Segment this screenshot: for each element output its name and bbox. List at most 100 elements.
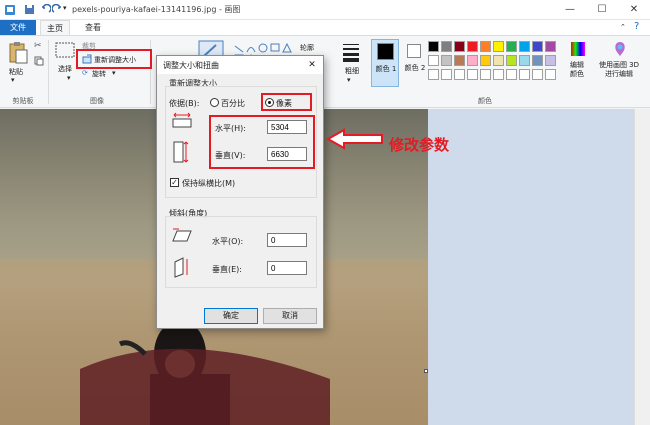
palette-empty-swatch[interactable] (467, 69, 478, 80)
palette-swatch[interactable] (506, 55, 517, 66)
paint3d-icon[interactable] (612, 40, 628, 58)
vertical-input[interactable] (267, 147, 307, 161)
palette-empty-swatch[interactable] (493, 69, 504, 80)
palette-swatch[interactable] (493, 55, 504, 66)
palette-empty-swatch[interactable] (519, 69, 530, 80)
palette-swatch[interactable] (480, 41, 491, 52)
color2-label: 颜色 2 (404, 64, 426, 72)
rotate-icon: ⟳ (82, 69, 88, 77)
shape-outline-button[interactable]: 轮廓 (300, 43, 314, 53)
horizontal-resize-icon (172, 112, 192, 128)
color1-button[interactable]: 颜色 1 (371, 39, 399, 87)
palette-empty-swatch[interactable] (441, 69, 452, 80)
paint-app-icon (5, 5, 15, 15)
annotation-arrow (325, 128, 383, 150)
colors-group-label: 颜色 (478, 97, 492, 105)
palette-empty-swatch[interactable] (428, 69, 439, 80)
palette-swatch[interactable] (428, 41, 439, 52)
skew-horizontal-input[interactable] (267, 233, 307, 247)
palette-swatch[interactable] (545, 41, 556, 52)
vertical-skew-icon (174, 257, 188, 278)
rotate-button[interactable]: 旋转 (92, 69, 106, 79)
size-dropdown-icon[interactable]: ▾ (347, 76, 351, 84)
skew-vertical-input[interactable] (267, 261, 307, 275)
palette-swatch[interactable] (493, 41, 504, 52)
save-icon[interactable] (24, 4, 35, 15)
tab-home[interactable]: 主页 (40, 20, 70, 35)
maximize-button[interactable]: ☐ (587, 2, 617, 18)
resize-highlight-box (76, 49, 152, 69)
rotate-dropdown-icon[interactable]: ▾ (112, 69, 116, 77)
ribbon: 粘贴 ▾ ✂ 剪贴板 选择 ▾ 裁剪 重新调整大小 ⟳ 旋转 ▾ 图像 轮廓 填… (0, 35, 650, 108)
palette-swatch[interactable] (441, 55, 452, 66)
paint3d-label[interactable]: 使用画图 3D 进行编辑 (596, 61, 642, 79)
annotation-text: 修改参数 (389, 136, 450, 154)
paste-dropdown-icon[interactable]: ▾ (11, 76, 15, 84)
color1-swatch (377, 43, 394, 60)
ok-button[interactable]: 确定 (204, 308, 258, 324)
dialog-title: 调整大小和扭曲 (163, 61, 219, 70)
title-bar: ▾ pexels-pouriya-kafaei-13141196.jpg - 画… (0, 0, 650, 20)
quick-access-dropdown-icon[interactable]: ▾ (63, 4, 67, 12)
resize-skew-dialog: 调整大小和扭曲 ✕ 重新调整大小 依据(B): 百分比 像素 水平(H): 垂直… (156, 55, 324, 329)
image-group-label: 图像 (90, 97, 104, 105)
palette-empty-swatch[interactable] (506, 69, 517, 80)
dialog-close-button[interactable]: ✕ (305, 58, 319, 72)
palette-swatch[interactable] (506, 41, 517, 52)
select-dropdown-icon[interactable]: ▾ (67, 74, 71, 82)
palette-swatch[interactable] (545, 55, 556, 66)
clipboard-group-label: 剪贴板 (12, 97, 34, 105)
palette-swatch[interactable] (441, 41, 452, 52)
redo-icon[interactable] (52, 4, 63, 15)
palette-empty-swatch[interactable] (532, 69, 543, 80)
vertical-scrollbar[interactable] (634, 109, 650, 425)
edit-colors-label[interactable]: 编辑颜色 (567, 61, 587, 79)
ribbon-collapse-icon[interactable]: ⌃ (620, 23, 626, 31)
cut-icon[interactable]: ✂ (34, 41, 42, 51)
edit-colors-icon[interactable] (570, 41, 586, 57)
size-label[interactable]: 粗细 (345, 66, 359, 76)
palette-swatch[interactable] (532, 41, 543, 52)
percent-label[interactable]: 百分比 (221, 98, 245, 109)
color2-button[interactable]: 颜色 2 (403, 39, 427, 87)
canvas-resize-handle[interactable] (424, 369, 428, 373)
tab-view[interactable]: 查看 (78, 20, 108, 35)
palette-swatch[interactable] (467, 55, 478, 66)
palette-empty-swatch[interactable] (454, 69, 465, 80)
help-icon[interactable]: ? (634, 21, 639, 32)
color-palette (428, 41, 563, 86)
by-label: 依据(B): (169, 99, 200, 108)
vertical-resize-icon (173, 141, 189, 163)
palette-swatch[interactable] (532, 55, 543, 66)
dialog-titlebar: 调整大小和扭曲 ✕ (157, 56, 323, 74)
close-window-button[interactable]: ✕ (619, 2, 649, 18)
pixels-highlight-box (261, 93, 312, 111)
palette-swatch[interactable] (428, 55, 439, 66)
palette-empty-swatch[interactable] (480, 69, 491, 80)
cancel-button[interactable]: 取消 (263, 308, 317, 324)
tab-file[interactable]: 文件 (0, 20, 36, 35)
size-icon[interactable] (342, 42, 360, 62)
paste-icon[interactable] (7, 41, 29, 65)
palette-swatch[interactable] (519, 55, 530, 66)
color2-swatch (407, 44, 421, 58)
horizontal-label: 水平(H): (215, 124, 246, 133)
palette-swatch[interactable] (454, 41, 465, 52)
palette-empty-swatch[interactable] (545, 69, 556, 80)
palette-swatch[interactable] (454, 55, 465, 66)
window-title: pexels-pouriya-kafaei-13141196.jpg - 画图 (72, 5, 241, 14)
color1-label: 颜色 1 (375, 65, 397, 73)
undo-icon[interactable] (40, 4, 51, 15)
palette-swatch[interactable] (467, 41, 478, 52)
minimize-button[interactable]: — (555, 2, 585, 18)
percent-radio[interactable] (210, 98, 219, 107)
palette-swatch[interactable] (519, 41, 530, 52)
horizontal-input[interactable] (267, 120, 307, 134)
keep-ratio-checkbox[interactable]: ✓ (170, 178, 179, 187)
ribbon-tabs: 文件 主页 查看 ⌃ ? (0, 20, 650, 35)
copy-icon[interactable] (34, 56, 44, 66)
palette-swatch[interactable] (480, 55, 491, 66)
keep-ratio-label[interactable]: 保持纵横比(M) (182, 178, 235, 189)
select-icon[interactable] (55, 42, 75, 58)
select-label[interactable]: 选择 (58, 64, 72, 74)
